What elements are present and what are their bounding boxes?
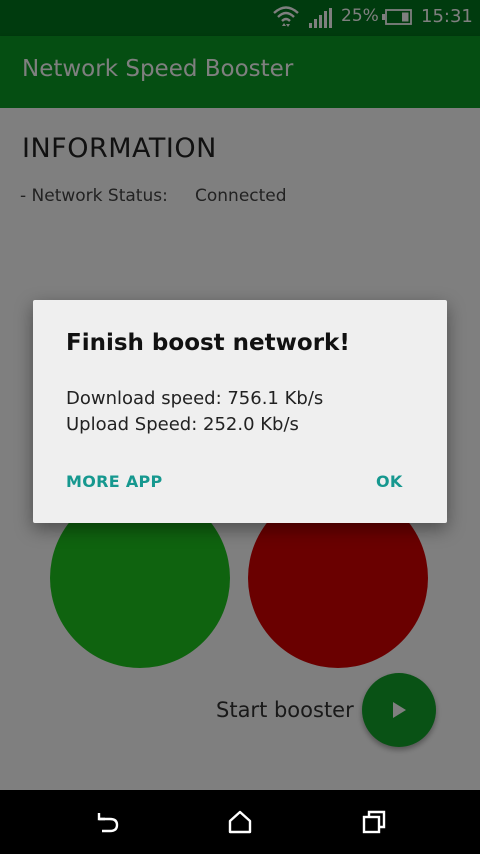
download-speed-text: Download speed: 756.1 Kb/s	[66, 388, 324, 409]
recent-apps-icon[interactable]	[362, 810, 386, 838]
more-app-button[interactable]: MORE APP	[66, 472, 163, 491]
back-icon[interactable]	[95, 810, 121, 838]
ok-button[interactable]: OK	[376, 472, 403, 491]
dialog-title: Finish boost network!	[66, 330, 350, 356]
upload-speed-text: Upload Speed: 252.0 Kb/s	[66, 414, 299, 435]
boost-result-dialog: Finish boost network! Download speed: 75…	[33, 300, 447, 523]
navigation-bar	[0, 790, 480, 854]
home-icon[interactable]	[228, 810, 252, 838]
